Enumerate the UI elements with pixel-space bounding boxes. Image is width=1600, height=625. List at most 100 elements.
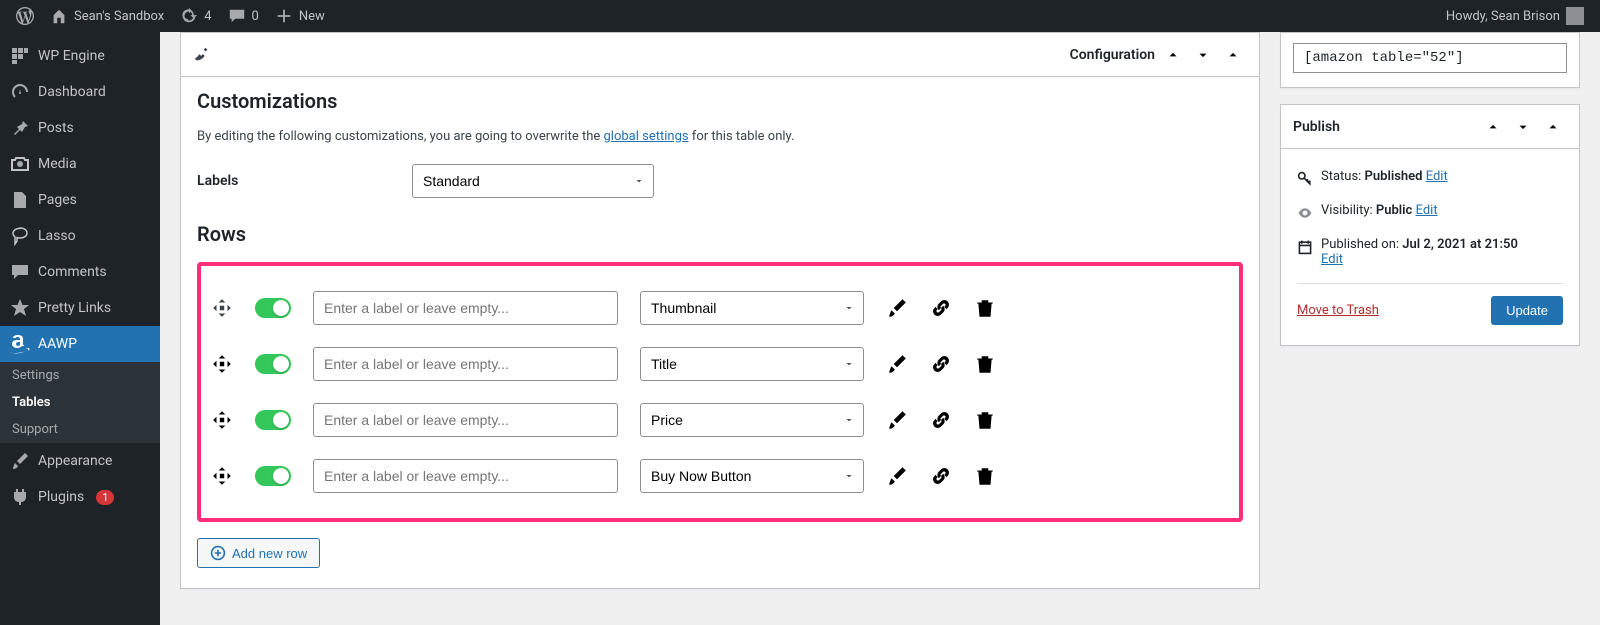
configuration-box: Configuration Customizations By editing … xyxy=(180,32,1260,589)
brush-icon[interactable] xyxy=(886,353,908,375)
row-toggle[interactable] xyxy=(255,410,291,430)
trash-icon[interactable] xyxy=(974,409,996,431)
sidebar-item-label: WP Engine xyxy=(38,48,105,64)
publish-visibility: Visibility: Public Edit xyxy=(1297,195,1563,229)
link-icon[interactable] xyxy=(930,465,952,487)
labels-select[interactable]: Standard xyxy=(412,164,654,198)
shortcode-text[interactable]: [amazon table="52"] xyxy=(1293,43,1567,73)
sidebar-item-aawp[interactable]: AAWP xyxy=(0,326,160,362)
sidebar-item-label: Media xyxy=(38,156,77,172)
trash-icon[interactable] xyxy=(974,465,996,487)
star-icon xyxy=(10,298,30,318)
sidebar-item-label: Plugins xyxy=(38,489,84,505)
comment-icon xyxy=(10,262,30,282)
submenu-settings[interactable]: Settings xyxy=(0,362,160,389)
move-down-button[interactable] xyxy=(1189,41,1217,69)
amazon-icon xyxy=(10,334,30,354)
pin-icon xyxy=(10,118,30,138)
drag-icon[interactable] xyxy=(211,409,233,431)
brush-icon[interactable] xyxy=(886,297,908,319)
global-settings-link[interactable]: global settings xyxy=(603,129,688,144)
trash-icon[interactable] xyxy=(974,297,996,319)
customizations-desc: By editing the following customizations,… xyxy=(197,129,1243,144)
sidebar-item-wpengine[interactable]: WP Engine xyxy=(0,38,160,74)
submenu-support[interactable]: Support xyxy=(0,416,160,443)
row-label-input[interactable] xyxy=(313,459,618,493)
row-type-select[interactable]: Buy Now Button xyxy=(640,459,864,493)
dashboard-icon xyxy=(10,82,30,102)
sidebar-item-label: Pretty Links xyxy=(38,300,111,316)
rows-title: Rows xyxy=(197,222,1243,246)
submenu-tables[interactable]: Tables xyxy=(0,389,160,416)
table-row: Buy Now Button xyxy=(211,448,1229,504)
row-type-select[interactable]: Price xyxy=(640,403,864,437)
move-down-button[interactable] xyxy=(1509,113,1537,141)
toggle-button[interactable] xyxy=(1539,113,1567,141)
drag-icon[interactable] xyxy=(211,353,233,375)
edit-visibility-link[interactable]: Edit xyxy=(1416,203,1438,218)
add-row-button[interactable]: Add new row xyxy=(197,538,320,568)
calendar-icon xyxy=(1297,239,1313,255)
row-toggle[interactable] xyxy=(255,466,291,486)
brush-icon[interactable] xyxy=(886,465,908,487)
sidebar-item-pages[interactable]: Pages xyxy=(0,182,160,218)
site-name[interactable]: Sean's Sandbox xyxy=(42,0,172,32)
updates[interactable]: 4 xyxy=(172,0,219,32)
brush-icon xyxy=(10,451,30,471)
edit-date-link[interactable]: Edit xyxy=(1321,252,1343,267)
site-name-label: Sean's Sandbox xyxy=(74,9,164,24)
brush-icon[interactable] xyxy=(886,409,908,431)
update-button[interactable]: Update xyxy=(1491,296,1563,325)
drag-icon[interactable] xyxy=(211,465,233,487)
sidebar-item-label: Pages xyxy=(38,192,77,208)
howdy-text: Howdy, Sean Brison xyxy=(1446,9,1560,24)
sidebar-item-label: Posts xyxy=(38,120,74,136)
row-label-input[interactable] xyxy=(313,291,618,325)
move-up-button[interactable] xyxy=(1479,113,1507,141)
sidebar-item-label: AAWP xyxy=(38,336,77,352)
comments-bubble[interactable]: 0 xyxy=(220,0,267,32)
sidebar-item-lasso[interactable]: Lasso xyxy=(0,218,160,254)
link-icon[interactable] xyxy=(930,353,952,375)
wpengine-icon xyxy=(10,46,30,66)
row-label-input[interactable] xyxy=(313,403,618,437)
edit-status-link[interactable]: Edit xyxy=(1426,169,1448,184)
wordpress-icon xyxy=(16,7,34,25)
sidebar-item-plugins[interactable]: Plugins 1 xyxy=(0,479,160,515)
publish-box: Publish Status: Published Edit Visibil xyxy=(1280,104,1580,346)
eye-icon xyxy=(1297,205,1313,221)
sidebar-item-comments[interactable]: Comments xyxy=(0,254,160,290)
row-type-select[interactable]: Thumbnail xyxy=(640,291,864,325)
row-type-select[interactable]: Title xyxy=(640,347,864,381)
config-title: Configuration xyxy=(1070,47,1155,63)
pages-icon xyxy=(10,190,30,210)
row-toggle[interactable] xyxy=(255,354,291,374)
avatar xyxy=(1566,7,1584,25)
media-icon xyxy=(10,154,30,174)
new-content[interactable]: New xyxy=(267,0,333,32)
toggle-button[interactable] xyxy=(1219,41,1247,69)
sidebar-item-media[interactable]: Media xyxy=(0,146,160,182)
sidebar-item-dashboard[interactable]: Dashboard xyxy=(0,74,160,110)
my-account[interactable]: Howdy, Sean Brison xyxy=(1438,0,1592,32)
link-icon[interactable] xyxy=(930,297,952,319)
drag-icon[interactable] xyxy=(211,297,233,319)
publish-title: Publish xyxy=(1293,119,1340,135)
sidebar-item-prettylinks[interactable]: Pretty Links xyxy=(0,290,160,326)
wp-logo[interactable] xyxy=(8,0,42,32)
plugin-icon xyxy=(10,487,30,507)
comment-icon xyxy=(228,7,246,25)
move-up-button[interactable] xyxy=(1159,41,1187,69)
link-icon[interactable] xyxy=(930,409,952,431)
trash-icon[interactable] xyxy=(974,353,996,375)
broom-icon[interactable] xyxy=(193,46,211,64)
row-toggle[interactable] xyxy=(255,298,291,318)
row-label-input[interactable] xyxy=(313,347,618,381)
plus-circle-icon xyxy=(210,545,226,561)
move-to-trash-link[interactable]: Move to Trash xyxy=(1297,303,1379,318)
sidebar-item-appearance[interactable]: Appearance xyxy=(0,443,160,479)
sidebar-item-posts[interactable]: Posts xyxy=(0,110,160,146)
publish-status: Status: Published Edit xyxy=(1297,161,1563,195)
refresh-icon xyxy=(180,7,198,25)
publish-date: Published on: Jul 2, 2021 at 21:50Edit xyxy=(1297,229,1563,275)
